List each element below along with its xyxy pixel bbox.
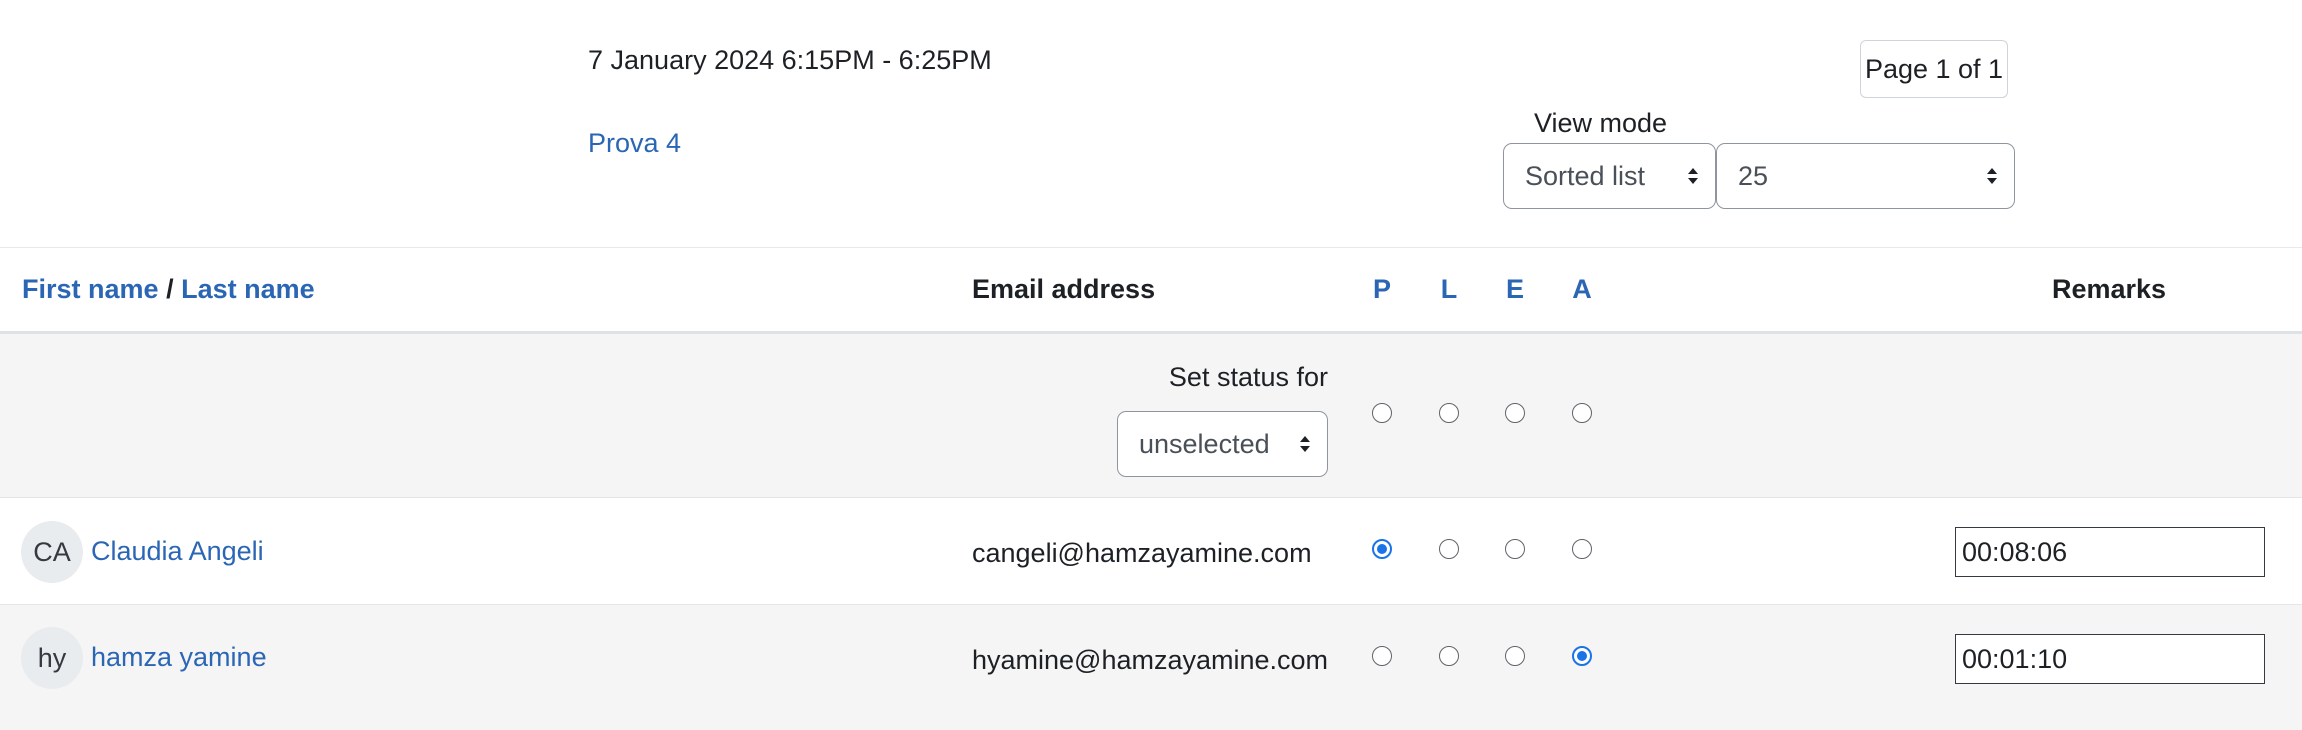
status-header-a[interactable]: A bbox=[1562, 274, 1602, 305]
remarks-input[interactable] bbox=[1955, 634, 2265, 684]
email-column-header: Email address bbox=[972, 274, 1156, 304]
remarks-input[interactable] bbox=[1955, 527, 2265, 577]
session-date: 7 January 2024 6:15PM - 6:25PM bbox=[588, 45, 992, 75]
per-page-select[interactable]: 25 bbox=[1716, 143, 2015, 209]
status-radio-l[interactable] bbox=[1439, 539, 1459, 559]
remarks-column-header: Remarks bbox=[2052, 274, 2167, 304]
set-status-radio-l[interactable] bbox=[1439, 403, 1459, 423]
set-status-radio-e[interactable] bbox=[1505, 403, 1525, 423]
user-email: cangeli@hamzayamine.com bbox=[972, 538, 1312, 568]
status-radio-a[interactable] bbox=[1572, 539, 1592, 559]
name-separator: / bbox=[166, 274, 174, 304]
pagination-label: Page 1 of 1 bbox=[1860, 40, 2008, 98]
name-column-header: First name / Last name bbox=[22, 274, 315, 305]
status-header-e[interactable]: E bbox=[1495, 274, 1535, 305]
user-name-link[interactable]: Claudia Angeli bbox=[91, 536, 264, 567]
select-caret-icon bbox=[1987, 168, 1997, 184]
status-radio-p[interactable] bbox=[1372, 539, 1392, 559]
avatar: CA bbox=[21, 521, 83, 583]
set-status-select[interactable]: unselected bbox=[1117, 411, 1328, 477]
status-radio-l[interactable] bbox=[1439, 646, 1459, 666]
select-caret-icon bbox=[1300, 436, 1310, 452]
status-radio-e[interactable] bbox=[1505, 539, 1525, 559]
set-status-radio-a[interactable] bbox=[1572, 403, 1592, 423]
status-radio-p[interactable] bbox=[1372, 646, 1392, 666]
sort-first-name-link[interactable]: First name bbox=[22, 274, 159, 304]
set-status-label: Set status for bbox=[1168, 362, 1328, 392]
status-header-l[interactable]: L bbox=[1429, 274, 1469, 305]
status-header-p[interactable]: P bbox=[1362, 274, 1402, 305]
sort-last-name-link[interactable]: Last name bbox=[181, 274, 315, 304]
per-page-select-value: 25 bbox=[1738, 160, 1769, 191]
select-caret-icon bbox=[1688, 168, 1698, 184]
set-status-radio-p[interactable] bbox=[1372, 403, 1392, 423]
set-status-select-value: unselected bbox=[1139, 428, 1270, 459]
session-link[interactable]: Prova 4 bbox=[588, 128, 681, 159]
user-email: hyamine@hamzayamine.com bbox=[972, 645, 1329, 675]
view-mode-select[interactable]: Sorted list bbox=[1503, 143, 1716, 209]
avatar: hy bbox=[21, 627, 83, 689]
view-mode-select-value: Sorted list bbox=[1525, 160, 1646, 191]
status-radio-e[interactable] bbox=[1505, 646, 1525, 666]
view-mode-label: View mode bbox=[1534, 108, 1668, 138]
user-name-link[interactable]: hamza yamine bbox=[91, 642, 267, 673]
status-radio-a[interactable] bbox=[1572, 646, 1592, 666]
